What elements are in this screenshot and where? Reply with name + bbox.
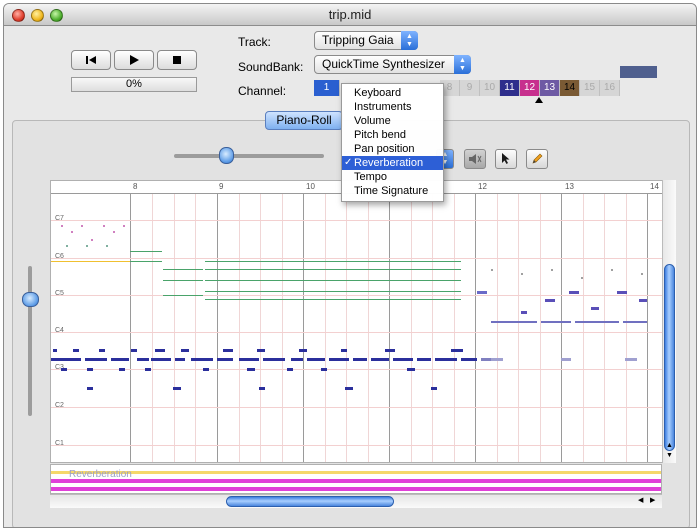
zoom-icon[interactable]: [50, 9, 63, 22]
skip-to-start-icon: [86, 56, 96, 64]
menu-item-reverberation[interactable]: ✓ Reverberation: [342, 156, 443, 170]
vertical-scroll-thumb[interactable]: [664, 264, 675, 451]
checkmark-icon: ✓: [344, 157, 353, 168]
menu-item-time-signature[interactable]: Time Signature: [342, 184, 443, 198]
track-value: Tripping Gaia: [322, 33, 394, 47]
channel-11[interactable]: 11: [500, 80, 520, 96]
menu-item-keyboard[interactable]: Keyboard: [342, 86, 443, 100]
menu-item-pitch-bend[interactable]: Pitch bend: [342, 128, 443, 142]
app-window: trip.mid 0% Track: Tripping Gaia ▲ ▼ Soun…: [3, 3, 697, 528]
menu-item-volume[interactable]: Volume: [342, 114, 443, 128]
octave-label: C7: [55, 215, 64, 222]
ruler-mark: 14: [650, 182, 659, 191]
speaker-icon: [469, 154, 482, 164]
stop-button[interactable]: [157, 50, 197, 70]
ruler-mark: 12: [478, 182, 487, 191]
progress-text: 0%: [126, 78, 142, 90]
channel-label: Channel:: [238, 84, 287, 98]
octave-label: C4: [55, 327, 64, 334]
progress-bar: 0%: [71, 77, 197, 92]
channel-1[interactable]: 1: [314, 80, 340, 96]
arrow-pointer-icon: [502, 153, 510, 164]
play-icon: [130, 55, 139, 65]
controller-lane-label: Reverberation: [69, 469, 132, 480]
channel-9[interactable]: 9: [460, 80, 480, 96]
menu-item-instruments[interactable]: Instruments: [342, 100, 443, 114]
vzoom-slider-knob[interactable]: [22, 292, 39, 307]
stop-icon: [173, 56, 181, 64]
menu-item-tempo[interactable]: Tempo: [342, 170, 443, 184]
controller-menu[interactable]: Keyboard Instruments Volume Pitch bend P…: [341, 83, 444, 202]
scroll-down-icon[interactable]: ▼: [666, 452, 673, 459]
ruler-mark: 13: [565, 182, 574, 191]
horizontal-scroll-thumb[interactable]: [226, 496, 394, 507]
window-title: trip.mid: [328, 7, 372, 22]
channel-16[interactable]: 16: [600, 80, 620, 96]
vzoom-slider-track[interactable]: [28, 266, 32, 416]
octave-label: C6: [55, 253, 64, 260]
menu-item-pan-position[interactable]: Pan position: [342, 142, 443, 156]
tab-piano-roll[interactable]: Piano-Roll: [265, 111, 343, 130]
zoom-slider-track[interactable]: [174, 154, 324, 158]
pencil-icon: [532, 153, 543, 164]
vertical-scrollbar[interactable]: ▲ ▼: [662, 180, 676, 463]
play-button[interactable]: [114, 50, 154, 70]
soundbank-label: SoundBank:: [238, 60, 304, 74]
select-tool-button[interactable]: [495, 149, 517, 169]
channel-marker-icon: [535, 97, 543, 103]
scroll-left-icon[interactable]: ◀: [638, 496, 643, 504]
channel-14[interactable]: 14: [560, 80, 580, 96]
track-popup[interactable]: Tripping Gaia ▲ ▼: [314, 31, 418, 50]
ruler-mark: 8: [133, 182, 138, 191]
channel-10[interactable]: 10: [480, 80, 500, 96]
minimize-icon[interactable]: [31, 9, 44, 22]
close-icon[interactable]: [12, 9, 25, 22]
pencil-tool-button[interactable]: [526, 149, 548, 169]
scroll-right-icon[interactable]: ▶: [650, 496, 655, 504]
mute-button[interactable]: [464, 149, 486, 169]
piano-roll-grid[interactable]: 8 9 10 12 13 14 C7 C6 C5 C4 C3 C2 C1: [50, 180, 664, 463]
zoom-slider-knob[interactable]: [219, 147, 234, 164]
soundbank-popup[interactable]: QuickTime Synthesizer ▲ ▼: [314, 55, 471, 74]
title-bar: trip.mid: [4, 4, 696, 26]
octave-label: C2: [55, 402, 64, 409]
level-indicator: [620, 66, 657, 78]
rewind-button[interactable]: [71, 50, 111, 70]
scroll-up-icon[interactable]: ▲: [666, 442, 673, 449]
controller-lane[interactable]: Reverberation: [50, 464, 662, 494]
channel-13[interactable]: 13: [540, 80, 560, 96]
ruler-mark: 9: [219, 182, 224, 191]
chevron-updown-icon: ▲ ▼: [401, 31, 418, 50]
ruler-mark: 10: [306, 182, 315, 191]
horizontal-scrollbar[interactable]: ◀ ▶: [50, 494, 662, 508]
channel-15[interactable]: 15: [580, 80, 600, 96]
octave-label: C5: [55, 290, 64, 297]
soundbank-value: QuickTime Synthesizer: [322, 57, 445, 71]
channel-12[interactable]: 12: [520, 80, 540, 96]
chevron-updown-icon: ▲ ▼: [454, 55, 471, 74]
octave-label: C1: [55, 440, 64, 447]
track-label: Track:: [238, 35, 271, 49]
